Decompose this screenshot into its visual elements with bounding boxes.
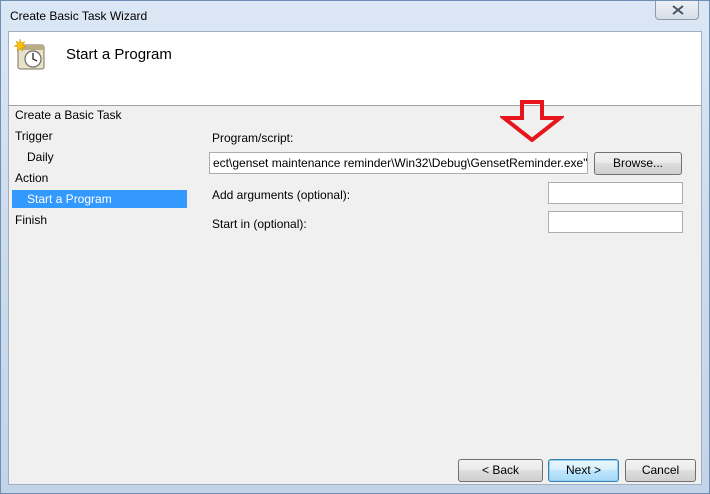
wizard-header: Start a Program xyxy=(9,32,701,106)
program-script-input[interactable]: ect\genset maintenance reminder\Win32\De… xyxy=(209,152,588,174)
window-title: Create Basic Task Wizard xyxy=(10,9,148,23)
cancel-button[interactable]: Cancel xyxy=(625,459,696,482)
close-button[interactable] xyxy=(655,1,699,20)
wizard-window: Create Basic Task Wizard Start a Program… xyxy=(0,0,710,494)
red-down-arrow-annotation xyxy=(500,100,564,142)
wizard-client-area: Start a Program Create a Basic Task Trig… xyxy=(8,31,702,485)
back-button[interactable]: < Back xyxy=(458,459,543,482)
nav-item-start-a-program[interactable]: Start a Program xyxy=(12,190,187,208)
task-scheduler-icon xyxy=(14,39,45,70)
add-arguments-label: Add arguments (optional): xyxy=(212,188,351,202)
nav-item-action[interactable]: Action xyxy=(15,169,48,187)
close-icon xyxy=(672,5,684,15)
program-script-label: Program/script: xyxy=(212,131,294,145)
add-arguments-input[interactable] xyxy=(548,182,683,204)
nav-item-daily[interactable]: Daily xyxy=(27,148,54,166)
title-bar[interactable]: Create Basic Task Wizard xyxy=(1,1,709,31)
nav-item-trigger[interactable]: Trigger xyxy=(15,127,53,145)
page-title: Start a Program xyxy=(66,46,172,63)
next-button[interactable]: Next > xyxy=(548,459,619,482)
browse-button[interactable]: Browse... xyxy=(594,152,682,175)
start-in-input[interactable] xyxy=(548,211,683,233)
nav-item-create-basic-task[interactable]: Create a Basic Task xyxy=(15,106,122,124)
nav-item-finish[interactable]: Finish xyxy=(15,211,47,229)
start-in-label: Start in (optional): xyxy=(212,217,307,231)
